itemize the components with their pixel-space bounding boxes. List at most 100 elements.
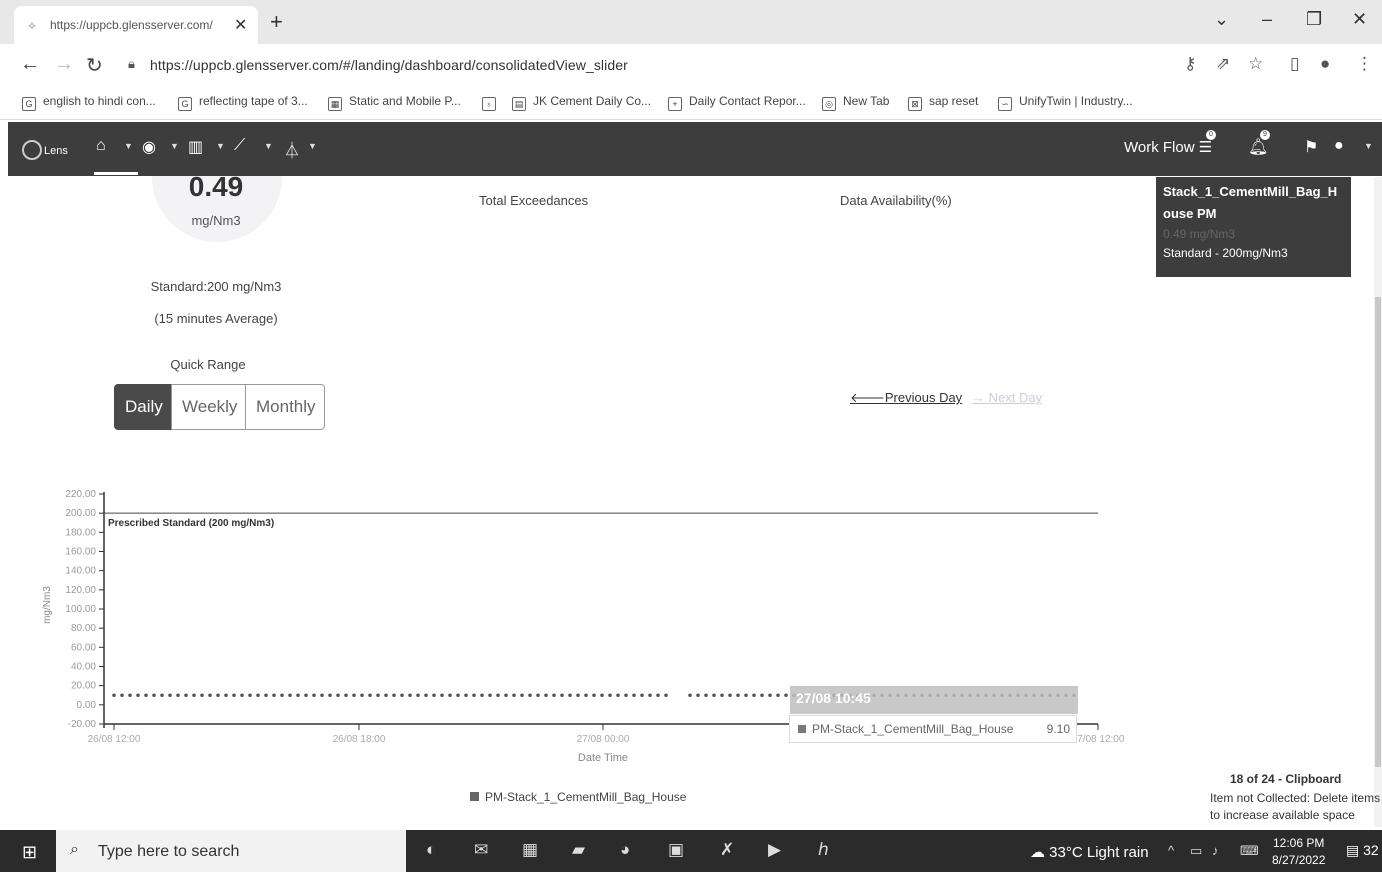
bookmark-item[interactable]: + Daily Contact Repor...	[668, 94, 806, 111]
bookmark-item[interactable]: ♁	[482, 94, 503, 111]
bookmark-item[interactable]: ▦ Static and Mobile P...	[328, 94, 461, 111]
hp-icon[interactable]: ℎ	[818, 840, 829, 860]
list-icon: ☰	[1198, 139, 1213, 156]
network-icon[interactable]: ▭	[1190, 843, 1202, 859]
y-tick-label: 200.00	[65, 508, 96, 519]
chevron-down-icon[interactable]: ▼	[308, 141, 317, 151]
key-icon[interactable]: ⚷	[1184, 54, 1196, 74]
chevron-down-icon[interactable]: ▼	[1364, 141, 1373, 151]
tab-search-chevron-icon[interactable]: ⌄	[1214, 9, 1229, 30]
data-point	[120, 693, 124, 698]
page-scrollbar[interactable]	[1374, 177, 1382, 827]
keyboard-icon[interactable]: ⌨	[1240, 843, 1259, 859]
data-point	[208, 693, 212, 698]
flask-icon[interactable]: ⏃	[284, 137, 300, 161]
clipboard-title: 18 of 24 - Clipboard	[1230, 772, 1342, 786]
chrome-icon[interactable]: ◕	[620, 840, 630, 860]
back-icon[interactable]: ←	[20, 53, 40, 76]
browser-tab[interactable]: ⟡ https://uppcb.glensserver.com/ ✕	[14, 6, 258, 44]
scrollbar-thumb[interactable]	[1375, 297, 1381, 767]
data-point	[752, 693, 756, 698]
bookmark-item[interactable]: ⊠ sap reset	[908, 94, 978, 111]
bell-badge: 9	[1260, 130, 1270, 140]
y-tick-label: 160.00	[65, 547, 96, 558]
profile-icon[interactable]: ●	[1320, 54, 1330, 74]
bookmark-item[interactable]: Greflecting tape of 3...	[178, 94, 308, 111]
notification-center-icon[interactable]: ▤ 32	[1346, 842, 1379, 859]
outlook-icon[interactable]: ✉	[474, 840, 488, 860]
workflow-button[interactable]: Work Flow ☰	[1124, 138, 1212, 156]
user-icon[interactable]: ●	[1334, 137, 1344, 155]
calculator-icon[interactable]: ▦	[522, 840, 538, 860]
bell-icon[interactable]: 🔔︎	[1248, 137, 1268, 157]
volume-icon[interactable]: ♪	[1212, 843, 1219, 858]
chart-legend[interactable]: PM-Stack_1_CementMill_Bag_House	[470, 790, 686, 804]
chevron-down-icon[interactable]: ▼	[216, 141, 225, 151]
taskbar-search-box[interactable]: ⌕ Type here to search	[56, 830, 406, 872]
data-point	[136, 693, 140, 698]
data-point	[592, 693, 596, 698]
value-unit: mg/Nm3	[191, 213, 241, 228]
current-value: 0.49	[188, 171, 244, 202]
data-point	[296, 693, 300, 698]
powerpoint-icon[interactable]: ▶	[768, 840, 781, 860]
data-point	[256, 693, 260, 698]
file-explorer-icon[interactable]: ▰	[572, 840, 585, 860]
chevron-down-icon[interactable]: ▼	[124, 141, 133, 151]
bar-chart-icon[interactable]: ▥	[188, 137, 203, 157]
photos-icon[interactable]: ▣	[668, 840, 684, 860]
windows-start-icon[interactable]: ⊞	[22, 842, 37, 863]
eye-icon[interactable]: ◉	[142, 137, 156, 157]
share-icon[interactable]: ⇗	[1216, 54, 1230, 74]
chart-tooltip-time: 27/08 10:45	[790, 686, 1078, 714]
data-point	[528, 693, 532, 698]
close-window-icon[interactable]: ✕	[1352, 9, 1367, 30]
data-point	[328, 693, 332, 698]
close-tab-icon[interactable]: ✕	[234, 15, 247, 35]
bookmark-grid-icon: ▦	[328, 97, 342, 111]
chevron-down-icon[interactable]: ▼	[264, 141, 273, 151]
previous-day-link[interactable]: 🡐Previous Day	[850, 390, 962, 406]
data-point	[232, 693, 236, 698]
data-point	[504, 693, 508, 698]
line-chart-icon[interactable]: ⟋	[234, 137, 245, 155]
data-point	[512, 693, 516, 698]
data-point	[168, 693, 172, 698]
reload-icon[interactable]: ↻	[86, 53, 103, 78]
app-logo[interactable]: Lens	[22, 140, 68, 160]
next-day-link[interactable]: → Next Day	[972, 390, 1042, 405]
forward-icon[interactable]: →	[54, 53, 74, 76]
data-point	[776, 693, 780, 698]
bookmark-item[interactable]: ▤ JK Cement Daily Co...	[512, 94, 651, 111]
star-icon[interactable]: ☆	[1248, 54, 1263, 74]
y-axis-title: mg/Nm3	[42, 586, 53, 624]
range-weekly-button[interactable]: Weekly	[171, 384, 246, 430]
stack-value: 0.49 mg/Nm3	[1163, 227, 1236, 241]
range-daily-button[interactable]: Daily	[114, 384, 172, 430]
weather-widget[interactable]: ☁ 33°C Light rain	[1030, 843, 1149, 861]
data-point	[640, 693, 644, 698]
minimize-icon[interactable]: –	[1262, 9, 1272, 30]
cortana-icon[interactable]: ◐	[426, 840, 436, 860]
data-point	[480, 693, 484, 698]
tab-title: https://uppcb.glensserver.com/	[50, 18, 213, 32]
tray-chevron-icon[interactable]: ^	[1168, 843, 1174, 858]
range-monthly-button[interactable]: Monthly	[245, 384, 325, 430]
excel-icon[interactable]: ✗	[720, 840, 734, 860]
taskbar-clock[interactable]: 12:06 PM 8/27/2022	[1272, 835, 1325, 869]
bookmark-item[interactable]: ∽ UnifyTwin | Industry...	[998, 94, 1133, 111]
flag-icon[interactable]: ⚑	[1304, 137, 1318, 157]
url-field[interactable]: https://uppcb.glensserver.com/#/landing/…	[150, 57, 628, 73]
bookmark-item[interactable]: Genglish to hindi con...	[22, 94, 156, 111]
standard-label: Standard:200 mg/Nm3	[150, 279, 282, 294]
y-tick-label: 60.00	[71, 642, 96, 653]
data-point	[176, 693, 180, 698]
dashboard-icon[interactable]: ⌂	[96, 137, 106, 155]
data-point	[704, 693, 708, 698]
menu-icon[interactable]: ⋮	[1356, 54, 1373, 74]
chevron-down-icon[interactable]: ▼	[170, 141, 179, 151]
restore-icon[interactable]: ❐	[1306, 9, 1322, 30]
bookmark-item[interactable]: ◎ New Tab	[822, 94, 889, 111]
new-tab-icon[interactable]: +	[270, 9, 283, 35]
sidepanel-icon[interactable]: ▯	[1290, 54, 1299, 74]
